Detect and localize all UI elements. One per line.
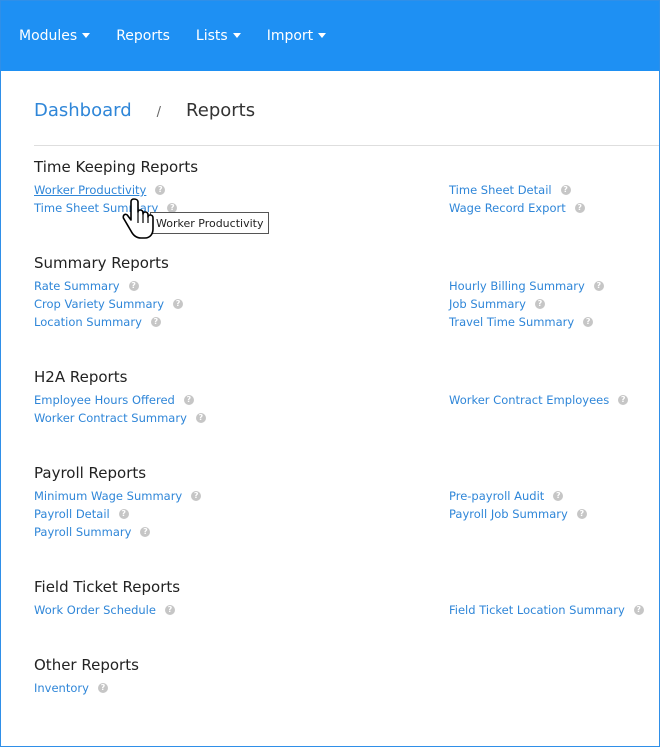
report-link-label: Worker Productivity bbox=[34, 183, 147, 197]
report-link-field-ticket-location-summary[interactable]: Field Ticket Location Summary ? bbox=[449, 603, 644, 617]
report-link-label: Wage Record Export bbox=[449, 201, 566, 215]
report-link-label: Employee Hours Offered bbox=[34, 393, 175, 407]
nav-lists-label: Lists bbox=[195, 28, 228, 44]
report-link-time-sheet-detail[interactable]: Time Sheet Detail ? bbox=[449, 183, 571, 197]
help-icon[interactable]: ? bbox=[633, 605, 644, 615]
nav-modules[interactable]: Modules bbox=[19, 28, 91, 44]
report-link-travel-time-summary[interactable]: Travel Time Summary ? bbox=[449, 315, 594, 329]
help-icon[interactable]: ? bbox=[140, 527, 151, 537]
help-icon[interactable]: ? bbox=[97, 683, 108, 693]
help-icon[interactable]: ? bbox=[618, 395, 629, 405]
report-link-worker-contract-employees[interactable]: Worker Contract Employees ? bbox=[449, 393, 629, 407]
report-link-label: Payroll Summary bbox=[34, 525, 132, 539]
report-link-label: Inventory bbox=[34, 681, 89, 695]
report-link-label: Rate Summary bbox=[34, 279, 120, 293]
nav-modules-label: Modules bbox=[19, 28, 78, 44]
report-link-label: Payroll Job Summary bbox=[449, 507, 568, 521]
nav-reports-label: Reports bbox=[116, 28, 170, 44]
help-icon[interactable]: ? bbox=[173, 299, 184, 309]
caret-down-icon bbox=[82, 32, 91, 38]
caret-down-icon bbox=[318, 32, 327, 38]
hand-pointer-cursor-icon bbox=[122, 198, 154, 239]
app-window: Modules Reports Lists Import Dashboard /… bbox=[0, 0, 660, 747]
report-link-label: Hourly Billing Summary bbox=[449, 279, 585, 293]
help-icon[interactable]: ? bbox=[183, 395, 194, 405]
help-icon[interactable]: ? bbox=[195, 413, 206, 423]
help-icon[interactable]: ? bbox=[534, 299, 545, 309]
help-icon[interactable]: ? bbox=[150, 317, 161, 327]
breadcrumb-dashboard-link[interactable]: Dashboard bbox=[34, 100, 132, 121]
report-link-label: Travel Time Summary bbox=[449, 315, 575, 329]
report-link-worker-contract-summary[interactable]: Worker Contract Summary ? bbox=[34, 411, 206, 425]
report-link-label: Work Order Schedule bbox=[34, 603, 156, 617]
report-link-label: Time Sheet Detail bbox=[449, 183, 552, 197]
report-link-employee-hours-offered[interactable]: Employee Hours Offered ? bbox=[34, 393, 194, 407]
breadcrumb-current: Reports bbox=[186, 100, 256, 121]
report-link-rate-summary[interactable]: Rate Summary ? bbox=[34, 279, 139, 293]
report-link-pre-payroll-audit[interactable]: Pre-payroll Audit ? bbox=[449, 489, 564, 503]
breadcrumb-separator: / bbox=[156, 105, 162, 120]
section-title-field-ticket: Field Ticket Reports bbox=[34, 578, 181, 596]
section-title-summary: Summary Reports bbox=[34, 254, 169, 272]
help-icon[interactable]: ? bbox=[553, 491, 564, 501]
help-icon[interactable]: ? bbox=[155, 185, 166, 195]
report-link-payroll-summary[interactable]: Payroll Summary ? bbox=[34, 525, 151, 539]
top-navbar: Modules Reports Lists Import bbox=[1, 1, 659, 71]
report-link-inventory[interactable]: Inventory ? bbox=[34, 681, 108, 695]
help-icon[interactable]: ? bbox=[583, 317, 594, 327]
tooltip: Worker Productivity bbox=[150, 212, 270, 234]
report-link-payroll-detail[interactable]: Payroll Detail ? bbox=[34, 507, 129, 521]
report-link-payroll-job-summary[interactable]: Payroll Job Summary ? bbox=[449, 507, 587, 521]
help-icon[interactable]: ? bbox=[164, 605, 175, 615]
report-link-crop-variety-summary[interactable]: Crop Variety Summary ? bbox=[34, 297, 184, 311]
report-link-job-summary[interactable]: Job Summary ? bbox=[449, 297, 545, 311]
report-link-label: Minimum Wage Summary bbox=[34, 489, 183, 503]
report-link-hourly-billing-summary[interactable]: Hourly Billing Summary ? bbox=[449, 279, 604, 293]
report-link-label: Crop Variety Summary bbox=[34, 297, 165, 311]
nav-import-label: Import bbox=[266, 28, 314, 44]
nav-import[interactable]: Import bbox=[266, 28, 327, 44]
breadcrumb: Dashboard / Reports bbox=[34, 100, 255, 121]
nav-reports[interactable]: Reports bbox=[116, 28, 170, 44]
help-icon[interactable]: ? bbox=[118, 509, 129, 519]
help-icon[interactable]: ? bbox=[191, 491, 202, 501]
help-icon[interactable]: ? bbox=[576, 509, 587, 519]
report-link-label: Worker Contract Summary bbox=[34, 411, 187, 425]
section-title-payroll: Payroll Reports bbox=[34, 464, 147, 482]
report-link-label: Worker Contract Employees bbox=[449, 393, 610, 407]
report-link-worker-productivity[interactable]: Worker Productivity ? bbox=[34, 183, 166, 197]
section-title-other: Other Reports bbox=[34, 656, 139, 674]
report-link-label: Location Summary bbox=[34, 315, 142, 329]
report-link-label: Field Ticket Location Summary bbox=[449, 603, 625, 617]
caret-down-icon bbox=[232, 32, 241, 38]
report-link-work-order-schedule[interactable]: Work Order Schedule ? bbox=[34, 603, 175, 617]
report-link-label: Job Summary bbox=[449, 297, 526, 311]
report-link-label: Payroll Detail bbox=[34, 507, 110, 521]
report-link-label: Pre-payroll Audit bbox=[449, 489, 545, 503]
section-title-time-keeping: Time Keeping Reports bbox=[34, 158, 199, 176]
help-icon[interactable]: ? bbox=[574, 203, 585, 213]
help-icon[interactable]: ? bbox=[593, 281, 604, 291]
report-link-minimum-wage-summary[interactable]: Minimum Wage Summary ? bbox=[34, 489, 202, 503]
section-title-h2a: H2A Reports bbox=[34, 368, 128, 386]
report-link-wage-record-export[interactable]: Wage Record Export ? bbox=[449, 201, 585, 215]
help-icon[interactable]: ? bbox=[560, 185, 571, 195]
header-divider bbox=[34, 145, 659, 146]
help-icon[interactable]: ? bbox=[128, 281, 139, 291]
report-link-location-summary[interactable]: Location Summary ? bbox=[34, 315, 161, 329]
nav-lists[interactable]: Lists bbox=[196, 28, 241, 44]
